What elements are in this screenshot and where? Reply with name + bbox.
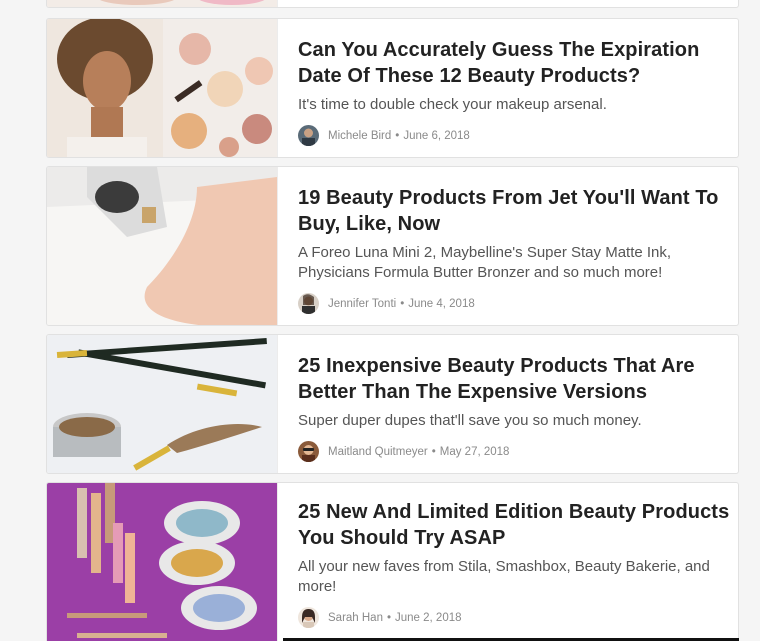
publish-date: June 6, 2018 (403, 129, 470, 142)
author-name[interactable]: Maitland Quitmeyer (328, 446, 428, 458)
article-card[interactable]: 25 New And Limited Edition Beauty Produc… (46, 482, 739, 641)
author-name[interactable]: Jennifer Tonti (328, 298, 396, 310)
article-meta: Jennifer Tonti • June 4, 2018 (298, 293, 738, 314)
article-title[interactable]: 25 Inexpensive Beauty Products That Are … (298, 353, 738, 405)
article-feed: Can You Accurately Guess The Expiration … (0, 0, 760, 641)
author-avatar (298, 125, 319, 146)
article-thumbnail[interactable] (47, 167, 277, 325)
meta-separator: • (400, 297, 405, 310)
article-title[interactable]: 19 Beauty Products From Jet You'll Want … (298, 185, 738, 237)
thumbnail-image (47, 167, 277, 325)
author-name[interactable]: Sarah Han (328, 612, 383, 624)
article-description: A Foreo Luna Mini 2, Maybelline's Super … (298, 244, 672, 281)
article-description: Super duper dupes that'll save you so mu… (298, 412, 642, 429)
article-card[interactable]: Can You Accurately Guess The Expiration … (46, 18, 739, 158)
author-name[interactable]: Michele Bird (328, 130, 391, 142)
author-avatar (298, 607, 319, 628)
thumbnail-image (47, 0, 277, 7)
article-title[interactable]: Can You Accurately Guess The Expiration … (298, 37, 738, 89)
article-meta: Sarah Han • June 2, 2018 (298, 607, 738, 628)
article-title[interactable]: 25 New And Limited Edition Beauty Produc… (298, 499, 738, 551)
article-description: All your new faves from Stila, Smashbox,… (298, 558, 710, 595)
article-meta: Maitland Quitmeyer • May 27, 2018 (298, 441, 738, 462)
article-thumbnail[interactable] (47, 19, 277, 157)
publish-date: June 4, 2018 (408, 297, 475, 310)
meta-separator: • (395, 129, 400, 142)
publish-date: May 27, 2018 (439, 445, 510, 458)
article-card-partial[interactable] (46, 0, 739, 8)
article-description: It's time to double check your makeup ar… (298, 96, 607, 113)
meta-separator: • (386, 611, 392, 624)
thumbnail-image (47, 335, 277, 473)
author-avatar (298, 293, 319, 314)
article-thumbnail[interactable] (47, 335, 277, 473)
article-card[interactable]: 25 Inexpensive Beauty Products That Are … (46, 334, 739, 474)
article-meta: Michele Bird • June 6, 2018 (298, 125, 738, 146)
publish-date: June 2, 2018 (395, 611, 462, 624)
article-thumbnail[interactable] (47, 483, 277, 641)
author-avatar (298, 441, 319, 462)
article-card[interactable]: 19 Beauty Products From Jet You'll Want … (46, 166, 739, 326)
meta-separator: • (431, 445, 436, 458)
scrollbar[interactable] (752, 0, 760, 641)
article-thumbnail[interactable] (47, 0, 277, 7)
thumbnail-image (47, 19, 277, 157)
thumbnail-image (47, 483, 277, 641)
